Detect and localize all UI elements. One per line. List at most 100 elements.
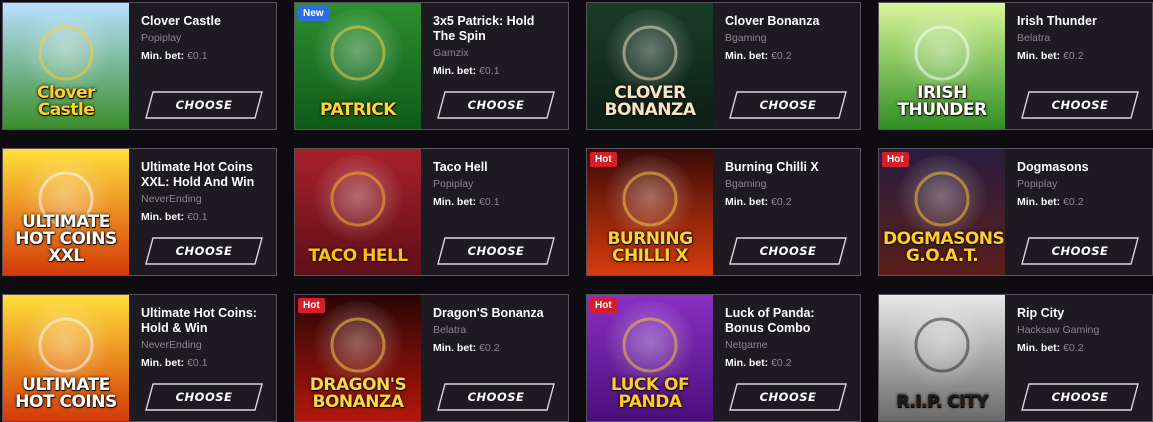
min-bet: Min. bet: €0.2 xyxy=(1017,196,1152,208)
choose-button[interactable]: CHOOSE xyxy=(729,383,847,411)
game-card[interactable]: BURNING CHILLI X Hot Burning Chilli X Bgami… xyxy=(586,148,861,276)
min-bet: Min. bet: €0.1 xyxy=(433,65,568,77)
min-bet: Min. bet: €0.1 xyxy=(141,357,276,369)
game-title[interactable]: Ultimate Hot Coins XXL: Hold And Win xyxy=(141,160,266,190)
game-card[interactable]: DRAGON'S BONANZA Hot Dragon'S Bonanza Belat… xyxy=(294,294,569,422)
game-provider: Popiplay xyxy=(433,178,474,190)
min-bet-label: Min. bet: xyxy=(433,65,477,77)
min-bet-value: €0.1 xyxy=(187,357,208,369)
game-artwork-title: Clover Castle xyxy=(37,83,95,120)
game-thumbnail[interactable]: DOGMASONS G.O.A.T. Hot xyxy=(879,149,1005,275)
min-bet-label: Min. bet: xyxy=(141,211,185,223)
game-card[interactable]: Clover Castle Clover Castle Popiplay Min. b… xyxy=(2,2,277,130)
game-thumbnail[interactable]: CLOVER BONANZA xyxy=(587,3,713,129)
min-bet-value: €0.2 xyxy=(1063,50,1084,62)
game-title[interactable]: Taco Hell xyxy=(433,160,558,175)
game-info: Irish Thunder Belatra Min. bet: €0.2 CHOOSE xyxy=(1005,3,1152,129)
game-title[interactable]: Clover Castle xyxy=(141,14,266,29)
min-bet-value: €0.1 xyxy=(479,196,500,208)
min-bet-value: €0.2 xyxy=(479,342,500,354)
game-title[interactable]: Dragon'S Bonanza xyxy=(433,306,558,321)
game-card[interactable]: R.I.P. CITY Rip City Hacksaw Gaming Min. be… xyxy=(878,294,1153,422)
choose-button[interactable]: CHOOSE xyxy=(145,383,263,411)
game-thumbnail[interactable]: R.I.P. CITY xyxy=(879,295,1005,421)
min-bet-label: Min. bet: xyxy=(433,196,477,208)
choose-button[interactable]: CHOOSE xyxy=(729,91,847,119)
min-bet: Min. bet: €0.2 xyxy=(725,196,860,208)
game-title[interactable]: Ultimate Hot Coins: Hold & Win xyxy=(141,306,266,336)
game-provider: Bgaming xyxy=(725,178,767,190)
min-bet: Min. bet: €0.2 xyxy=(433,342,568,354)
game-info: Dogmasons Popiplay Min. bet: €0.2 CHOOSE xyxy=(1005,149,1152,275)
choose-button[interactable]: CHOOSE xyxy=(729,237,847,265)
game-artwork-title: DOGMASONS G.O.A.T. xyxy=(883,229,1005,266)
min-bet: Min. bet: €0.2 xyxy=(725,50,860,62)
game-card[interactable]: ULTIMATE HOT COINS Ultimate Hot Coins: Ho… xyxy=(2,294,277,422)
game-title[interactable]: Luck of Panda: Bonus Combo xyxy=(725,306,850,336)
min-bet: Min. bet: €0.2 xyxy=(1017,342,1152,354)
game-info: Burning Chilli X Bgaming Min. bet: €0.2 CHO… xyxy=(713,149,860,275)
choose-button-label: CHOOSE xyxy=(1051,390,1109,404)
choose-button[interactable]: CHOOSE xyxy=(1021,237,1139,265)
game-thumbnail[interactable]: TACO HELL xyxy=(295,149,421,275)
game-title[interactable]: Burning Chilli X xyxy=(725,160,850,175)
min-bet: Min. bet: €0.2 xyxy=(725,357,860,369)
min-bet-label: Min. bet: xyxy=(1017,196,1061,208)
choose-button[interactable]: CHOOSE xyxy=(145,237,263,265)
choose-button-label: CHOOSE xyxy=(175,98,233,112)
game-info: Luck of Panda: Bonus Combo Netgame Min. be… xyxy=(713,295,860,421)
game-info: Taco Hell Popiplay Min. bet: €0.1 CHOOSE xyxy=(421,149,568,275)
game-info: Rip City Hacksaw Gaming Min. bet: €0.2 CHOO… xyxy=(1005,295,1152,421)
game-card[interactable]: CLOVER BONANZA Clover Bonanza Bgaming Min. … xyxy=(586,2,861,130)
game-artwork-title: R.I.P. CITY xyxy=(896,392,988,412)
game-badge: Hot xyxy=(882,152,909,167)
game-card[interactable]: TACO HELL Taco Hell Popiplay Min. bet: €0.1… xyxy=(294,148,569,276)
choose-button[interactable]: CHOOSE xyxy=(1021,383,1139,411)
game-thumbnail[interactable]: ULTIMATE HOT COINS XXL xyxy=(3,149,129,275)
min-bet-value: €0.2 xyxy=(771,196,792,208)
min-bet-label: Min. bet: xyxy=(141,50,185,62)
game-thumbnail[interactable]: BURNING CHILLI X Hot xyxy=(587,149,713,275)
game-artwork-title: LUCK OF PANDA xyxy=(610,375,690,412)
game-provider: Bgaming xyxy=(725,32,767,44)
choose-button-label: CHOOSE xyxy=(467,98,525,112)
game-provider: Belatra xyxy=(1017,32,1051,44)
min-bet-value: €0.2 xyxy=(771,50,792,62)
choose-button[interactable]: CHOOSE xyxy=(437,91,555,119)
game-title[interactable]: Clover Bonanza xyxy=(725,14,850,29)
game-title[interactable]: Irish Thunder xyxy=(1017,14,1142,29)
game-thumbnail[interactable]: IRISH THUNDER xyxy=(879,3,1005,129)
game-thumbnail[interactable]: DRAGON'S BONANZA Hot xyxy=(295,295,421,421)
game-badge: Hot xyxy=(590,152,617,167)
choose-button[interactable]: CHOOSE xyxy=(145,91,263,119)
game-artwork-title: ULTIMATE HOT COINS xyxy=(15,375,117,412)
choose-button[interactable]: CHOOSE xyxy=(437,383,555,411)
choose-button[interactable]: CHOOSE xyxy=(437,237,555,265)
game-title[interactable]: 3x5 Patrick: Hold The Spin xyxy=(433,14,558,44)
game-info: 3x5 Patrick: Hold The Spin Gamzix Min. bet… xyxy=(421,3,568,129)
game-card[interactable]: ULTIMATE HOT COINS XXL Ultimate Hot Coins… xyxy=(2,148,277,276)
game-thumbnail[interactable]: PATRICK New xyxy=(295,3,421,129)
game-thumbnail[interactable]: Clover Castle xyxy=(3,3,129,129)
game-badge: Hot xyxy=(298,298,325,313)
game-title[interactable]: Dogmasons xyxy=(1017,160,1142,175)
min-bet-value: €0.2 xyxy=(1063,342,1084,354)
game-card[interactable]: PATRICK New 3x5 Patrick: Hold The Spin Gamz… xyxy=(294,2,569,130)
game-provider: Hacksaw Gaming xyxy=(1017,324,1100,336)
game-thumbnail[interactable]: ULTIMATE HOT COINS xyxy=(3,295,129,421)
min-bet-value: €0.1 xyxy=(187,50,208,62)
min-bet: Min. bet: €0.2 xyxy=(1017,50,1152,62)
game-card[interactable]: LUCK OF PANDA Hot Luck of Panda: Bonus Com… xyxy=(586,294,861,422)
game-card[interactable]: DOGMASONS G.O.A.T. Hot Dogmasons Popiplay Mi… xyxy=(878,148,1153,276)
min-bet-value: €0.1 xyxy=(187,211,208,223)
game-thumbnail[interactable]: LUCK OF PANDA Hot xyxy=(587,295,713,421)
choose-button-label: CHOOSE xyxy=(467,390,525,404)
min-bet: Min. bet: €0.1 xyxy=(141,50,276,62)
min-bet-label: Min. bet: xyxy=(1017,50,1061,62)
game-grid: Clover Castle Clover Castle Popiplay Min. b… xyxy=(2,2,1153,422)
game-badge: Hot xyxy=(590,298,617,313)
game-card[interactable]: IRISH THUNDER Irish Thunder Belatra Min. be… xyxy=(878,2,1153,130)
game-title[interactable]: Rip City xyxy=(1017,306,1142,321)
choose-button[interactable]: CHOOSE xyxy=(1021,91,1139,119)
choose-button-label: CHOOSE xyxy=(175,244,233,258)
